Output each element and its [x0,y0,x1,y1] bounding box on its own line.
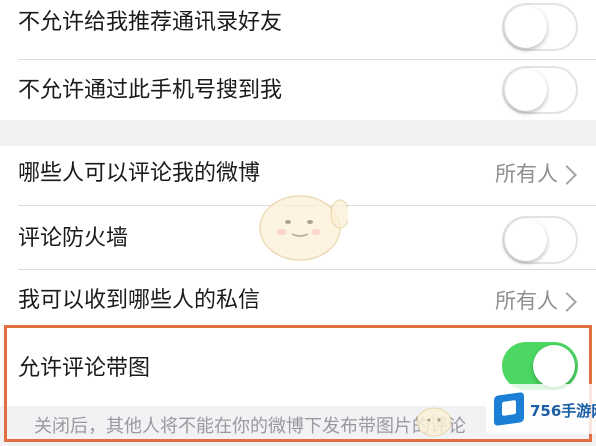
setting-label: 允许评论带图 [18,356,151,381]
mascot-watermark-small-icon [416,407,452,437]
toggle-knob [505,69,547,111]
toggle-switch[interactable] [502,216,578,264]
settings-row-recommend-contacts: 不允许给我推荐通讯录好友 [0,0,596,60]
toggle-knob [505,6,547,48]
setting-label: 不允许通过此手机号搜到我 [18,78,283,103]
watermark-text: 756手游网 [530,402,596,420]
toggle-switch[interactable] [502,342,578,390]
setting-footnote: 关闭后，其他人将不能在你的微博下发布带图片的评论 [34,416,466,437]
toggle-switch[interactable] [502,66,578,114]
setting-label: 我可以收到哪些人的私信 [18,288,261,313]
settings-row-search-by-phone: 不允许通过此手机号搜到我 [0,60,596,120]
cube-logo-icon [494,391,524,427]
setting-label: 哪些人可以评论我的微博 [18,161,261,186]
setting-label: 评论防火墙 [18,226,129,251]
mascot-watermark-icon [259,195,348,261]
setting-value: 所有人 [495,289,558,313]
setting-value: 所有人 [495,162,558,186]
chevron-right-icon [557,292,577,312]
settings-row-private-messages[interactable]: 我可以收到哪些人的私信 所有人 [0,270,596,330]
chevron-right-icon [557,165,577,185]
setting-label: 不允许给我推荐通讯录好友 [18,10,283,35]
toggle-knob [505,219,547,261]
site-watermark-logo: 756手游网 [486,384,596,434]
toggle-knob [533,345,575,387]
toggle-switch[interactable] [502,3,578,51]
